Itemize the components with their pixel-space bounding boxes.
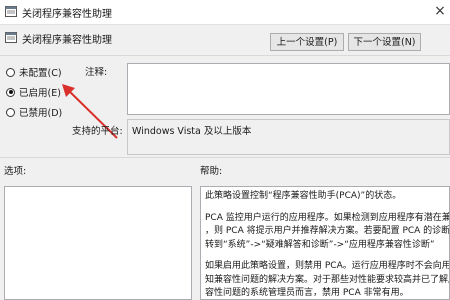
comment-label: 注释: bbox=[85, 67, 108, 78]
help-panel[interactable]: 此策略设置控制“程序兼容性助手(PCA)”的状态。 PCA 监控用户运行的应用程… bbox=[200, 186, 450, 300]
radio-disabled-indicator[interactable] bbox=[6, 107, 15, 117]
help-line: 此策略设置控制“程序兼容性助手(PCA)”的状态。 bbox=[205, 191, 402, 201]
help-line: 如果启用此策略设置，则禁用 PCA。运行应用程序时不会向用户 bbox=[205, 261, 450, 271]
setting-title: 关闭程序兼容性助理 bbox=[22, 35, 112, 46]
help-line: 转到“系统”->“疑难解答和诊断”->“应用程序兼容性诊断” bbox=[205, 239, 435, 250]
window-title: 关闭程序兼容性助理 bbox=[22, 9, 112, 20]
setting-icon bbox=[5, 32, 17, 43]
close-icon[interactable]: × bbox=[430, 1, 450, 21]
policy-icon bbox=[5, 6, 17, 17]
divider bbox=[0, 55, 450, 56]
help-line: 容性问题的系统管理员而言，禁用 PCA 非常有用。 bbox=[205, 288, 409, 298]
previous-setting-button[interactable]: 上一个设置(P) bbox=[270, 33, 344, 51]
platform-value: Windows Vista 及以上版本 bbox=[127, 119, 450, 155]
help-line: PCA 监控用户运行的应用程序。如果检测到应用程序有潜在兼容 bbox=[205, 212, 450, 223]
platform-label: 支持的平台: bbox=[72, 126, 123, 137]
help-line: 知兼容性问题的解决方案。对于那些对性能要求较高并已了解应用 bbox=[205, 274, 450, 285]
help-line: ，则 PCA 将提示用户并推荐解决方案。若要配置 PCA 的诊断设 bbox=[205, 226, 450, 236]
next-setting-button[interactable]: 下一个设置(N) bbox=[348, 33, 421, 51]
radio-enabled-indicator[interactable] bbox=[6, 87, 15, 97]
comment-textarea[interactable] bbox=[127, 63, 450, 115]
divider bbox=[0, 157, 450, 158]
options-panel[interactable] bbox=[4, 186, 192, 300]
help-label: 帮助: bbox=[200, 166, 223, 177]
options-label: 选项: bbox=[4, 166, 27, 177]
radio-not-configured-indicator[interactable] bbox=[6, 67, 15, 77]
